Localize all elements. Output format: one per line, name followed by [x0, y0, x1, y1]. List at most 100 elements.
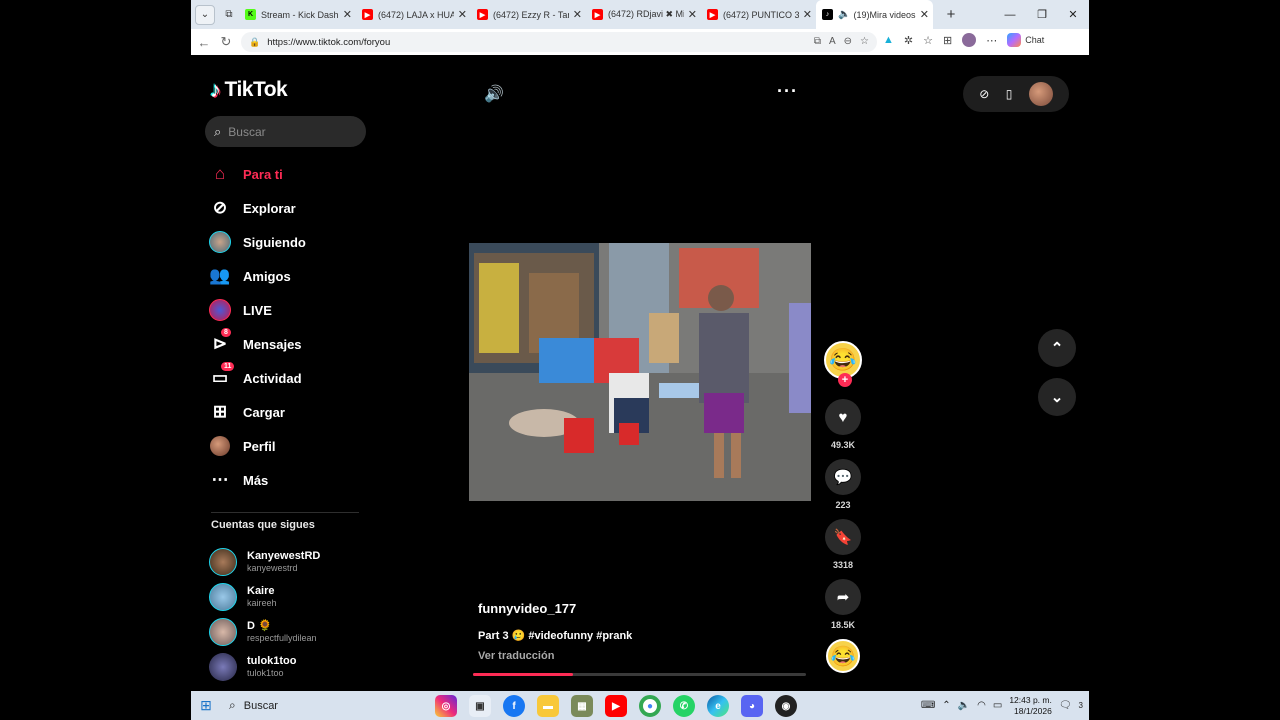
- edge-icon[interactable]: e: [707, 695, 729, 717]
- tab-kick[interactable]: K Stream - Kick Dashb ✕: [239, 0, 356, 29]
- nav-label: Actividad: [243, 370, 302, 386]
- save-button[interactable]: 🔖: [825, 519, 861, 555]
- video-player[interactable]: [469, 243, 811, 501]
- refresh-icon[interactable]: ↻: [215, 34, 237, 50]
- new-tab-button[interactable]: +: [941, 5, 961, 25]
- settings-more-icon[interactable]: ⋯: [986, 34, 997, 47]
- more-options-icon[interactable]: ···: [777, 81, 798, 102]
- top-right-controls: ⊘ ▯: [963, 76, 1069, 112]
- app-icon[interactable]: ◉: [775, 695, 797, 717]
- notification-icon[interactable]: 🗨: [1059, 700, 1072, 711]
- copilot-button[interactable]: Chat: [1007, 33, 1044, 47]
- read-aloud-icon[interactable]: A: [829, 36, 836, 47]
- device-icon[interactable]: ▯: [1006, 87, 1013, 101]
- nav-explorar[interactable]: ⊘ Explorar: [207, 191, 372, 225]
- compass-icon[interactable]: ⊘: [979, 87, 989, 101]
- tiktok-logo[interactable]: ♪ TikTok: [210, 77, 288, 103]
- keyboard-icon[interactable]: ⌨: [921, 700, 935, 711]
- sound-disc[interactable]: 😂: [826, 639, 860, 673]
- chevron-up-icon[interactable]: ⌃: [942, 700, 950, 711]
- youtube-icon[interactable]: ▶: [605, 695, 627, 717]
- tab-youtube-1[interactable]: ▶ (6472) LAJA x HUAN ✕: [356, 0, 471, 29]
- start-button[interactable]: ⊞: [191, 691, 221, 720]
- tab-youtube-2[interactable]: ▶ (6472) Ezzy R - Tan T ✕: [471, 0, 586, 29]
- volume-icon[interactable]: 🔊: [484, 84, 504, 104]
- nav-mensajes[interactable]: ⊳ 8 Mensajes: [207, 327, 372, 361]
- share-button[interactable]: ➦: [825, 579, 861, 615]
- collections-icon[interactable]: ⊞: [943, 34, 952, 47]
- account-name: D 🌻: [247, 619, 272, 632]
- following-item[interactable]: Kaire kaireeh: [209, 579, 320, 614]
- minimize-button[interactable]: —: [994, 0, 1026, 29]
- nav-para-ti[interactable]: ⌂ Para ti: [207, 157, 372, 191]
- account-name: Kaire: [247, 584, 275, 597]
- close-window-button[interactable]: ✕: [1057, 0, 1089, 29]
- tiktok-note-icon: ♪: [210, 77, 221, 102]
- comment-button[interactable]: 💬: [825, 459, 861, 495]
- speaker-icon[interactable]: 🔈: [838, 9, 850, 20]
- nav-cargar[interactable]: ⊞ Cargar: [207, 395, 372, 429]
- instagram-icon[interactable]: ◎: [435, 695, 457, 717]
- address-bar[interactable]: 🔒 https://www.tiktok.com/foryou ⧉ A ⊖ ☆: [241, 32, 877, 52]
- app-icon[interactable]: ▣: [469, 695, 491, 717]
- favorites-icon[interactable]: ☆: [923, 34, 933, 47]
- following-item[interactable]: D 🌻 respectfullydilean: [209, 614, 320, 649]
- follow-plus-icon[interactable]: +: [838, 373, 852, 387]
- nav-mas[interactable]: ⋯ Más: [207, 463, 372, 497]
- logo-text: TikTok: [224, 78, 288, 101]
- display-icon[interactable]: ▭: [993, 700, 1002, 711]
- zoom-icon[interactable]: ⊖: [844, 36, 852, 47]
- copilot-icon: [1007, 33, 1022, 47]
- following-item[interactable]: KanyewestRD kanyewestrd: [209, 544, 320, 579]
- discord-icon[interactable]: ◕: [741, 695, 763, 717]
- whatsapp-icon[interactable]: ✆: [673, 695, 695, 717]
- nav-amigos[interactable]: 👥 Amigos: [207, 259, 372, 293]
- nav-actividad[interactable]: ▭ 11 Actividad: [207, 361, 372, 395]
- workspaces-icon[interactable]: ⧉: [219, 5, 239, 25]
- network-icon[interactable]: ◠: [977, 700, 986, 711]
- site-info-icon[interactable]: 🔒: [249, 37, 260, 48]
- favorite-star-icon[interactable]: ☆: [860, 36, 869, 47]
- facebook-icon[interactable]: f: [503, 695, 525, 717]
- taskbar-search[interactable]: ⌕ Buscar: [221, 691, 421, 720]
- following-item[interactable]: tulok1too tulok1too: [209, 649, 320, 684]
- tab-tiktok[interactable]: ♪ 🔈 (19)Mira videos ✕: [816, 0, 933, 29]
- tab-youtube-3[interactable]: ▶ (6472) RDjavi ✖ Mi ✕: [586, 0, 701, 29]
- back-icon[interactable]: ←: [193, 35, 215, 50]
- tab-actions-button[interactable]: ⌄: [195, 4, 215, 25]
- search-input[interactable]: ⌕ Buscar: [205, 116, 366, 147]
- video-progress-bar[interactable]: [473, 673, 806, 676]
- open-in-app-icon[interactable]: ⧉: [814, 36, 821, 47]
- file-explorer-icon[interactable]: ▬: [537, 695, 559, 717]
- messages-icon: ⊳: [212, 334, 228, 353]
- close-tab-icon[interactable]: ✕: [803, 8, 812, 21]
- clock-date: 18/1/2026: [1014, 705, 1052, 716]
- volume-icon[interactable]: 🔈: [958, 700, 970, 711]
- user-avatar[interactable]: [1028, 82, 1053, 106]
- extension-icon[interactable]: ▲: [883, 34, 894, 46]
- like-button[interactable]: ♥: [825, 399, 861, 435]
- clock[interactable]: 12:43 p. m. 18/1/2026: [1009, 695, 1052, 717]
- profile-avatar[interactable]: [962, 33, 977, 47]
- close-tab-icon[interactable]: ✕: [920, 8, 929, 21]
- creator-avatar[interactable]: 😂 +: [824, 341, 862, 387]
- close-tab-icon[interactable]: ✕: [573, 8, 582, 21]
- nav-perfil[interactable]: Perfil: [207, 429, 372, 463]
- previous-video-button[interactable]: ⌃: [1038, 329, 1076, 367]
- chrome-icon[interactable]: ●: [639, 695, 661, 717]
- video-author[interactable]: funnyvideo_177: [478, 601, 576, 616]
- next-video-button[interactable]: ⌄: [1038, 378, 1076, 416]
- restore-button[interactable]: ❐: [1026, 0, 1058, 29]
- extensions-puzzle-icon[interactable]: ✲: [904, 34, 913, 47]
- nav-siguiendo[interactable]: Siguiendo: [207, 225, 372, 259]
- close-tab-icon[interactable]: ✕: [458, 8, 467, 21]
- video-frame: [469, 243, 811, 501]
- account-name: KanyewestRD: [247, 549, 321, 562]
- close-tab-icon[interactable]: ✕: [343, 8, 352, 21]
- close-tab-icon[interactable]: ✕: [688, 8, 697, 21]
- tab-youtube-4[interactable]: ▶ (6472) PUNTICO 37 ✕: [701, 0, 816, 29]
- progress-fill: [473, 673, 573, 676]
- app-icon[interactable]: ▦: [571, 695, 593, 717]
- nav-live[interactable]: LIVE: [207, 293, 372, 327]
- translate-link[interactable]: Ver traducción: [478, 650, 554, 662]
